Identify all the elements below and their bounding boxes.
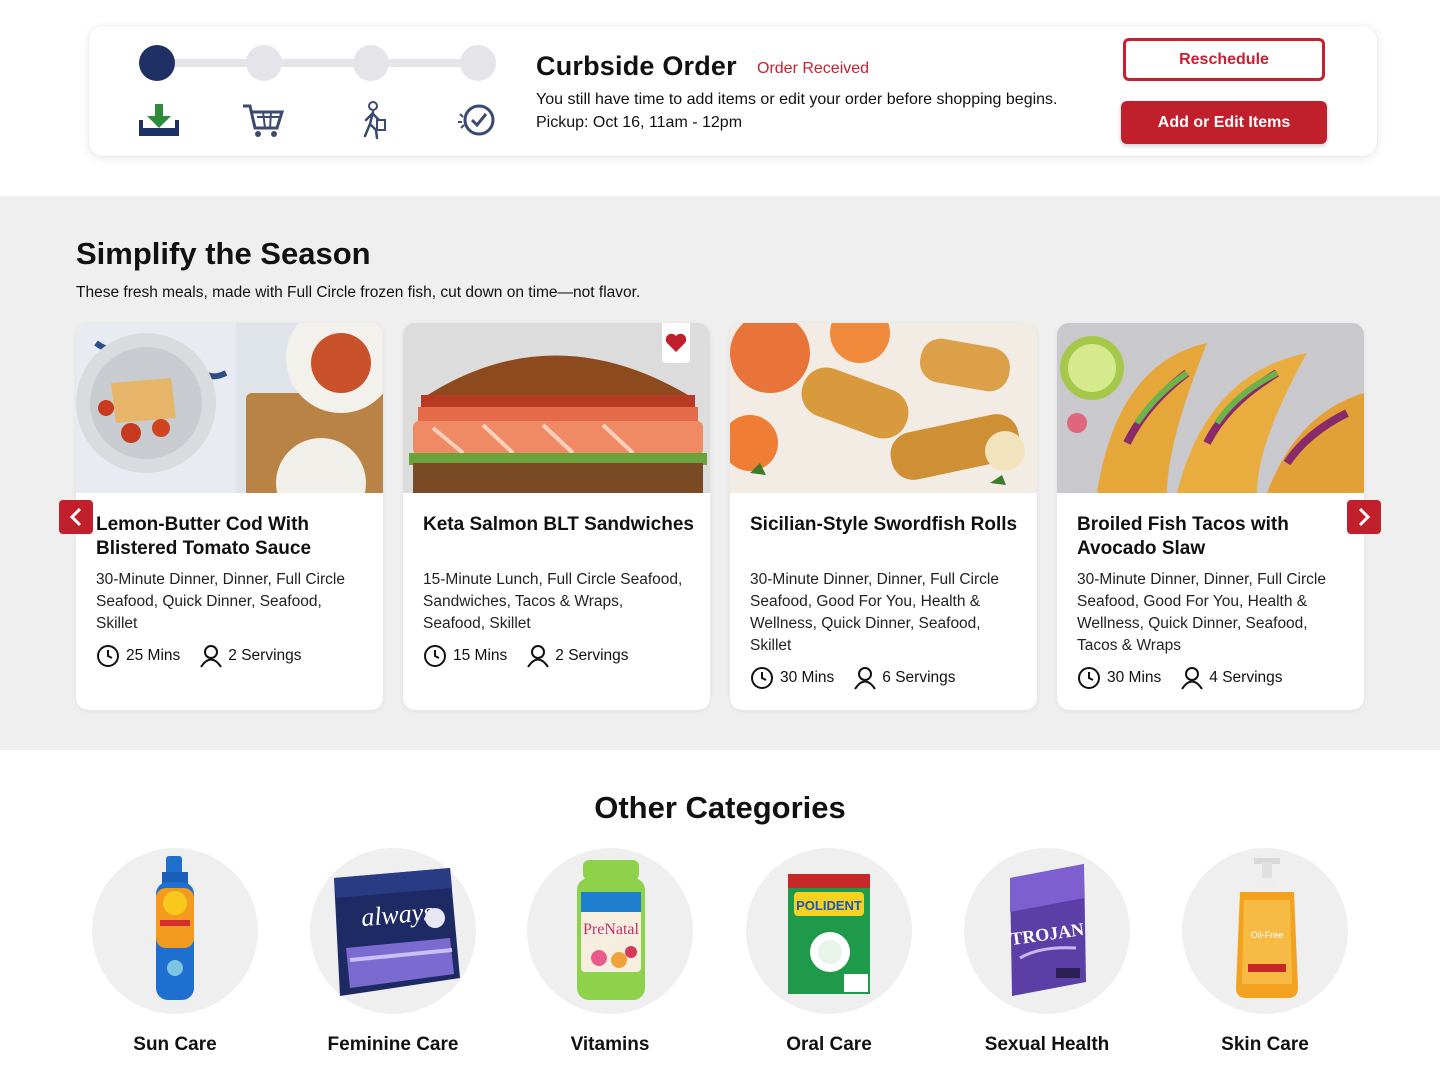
categories-title: Other Categories [594,790,846,825]
cook-time-value: 15 Mins [453,647,508,664]
cook-time: 30 Mins [1077,666,1161,690]
progress-step-3 [353,45,389,81]
category-feminine-care[interactable]: always Feminine Care [283,848,503,1056]
cook-time: 30 Mins [750,666,834,690]
order-progress-track [155,59,479,67]
recipe-title[interactable]: Keta Salmon BLT Sandwiches [423,513,695,537]
clock-icon [751,667,773,689]
cook-time-value: 30 Mins [1107,669,1162,686]
heart-icon[interactable] [665,333,687,353]
servings: 4 Servings [1181,666,1283,690]
person-icon [527,645,550,668]
recipe-tags: 30-Minute Dinner, Dinner, Full Circle Se… [96,571,345,632]
svg-text:PreNatal: PreNatal [583,921,640,938]
chevron-left-icon [69,507,82,527]
cook-time-value: 30 Mins [780,669,835,686]
category-vitamins[interactable]: PreNatal Vitamins [500,848,720,1056]
category-label[interactable]: Sexual Health [937,1034,1157,1056]
progress-step-1 [139,45,175,81]
category-image[interactable]: PreNatal [527,848,693,1014]
cook-time: 25 Mins [96,644,180,668]
cook-time: 15 Mins [423,644,507,668]
order-message: You still have time to add items or edit… [536,91,1058,108]
carousel-next-button[interactable] [1347,500,1381,534]
recipe-title[interactable]: Lemon-Butter Cod With Blistered Tomato S… [96,513,368,561]
category-label[interactable]: Skin Care [1155,1034,1375,1056]
servings-value: 2 Servings [555,647,629,664]
category-label[interactable]: Sun Care [65,1034,285,1056]
category-image[interactable]: always [310,848,476,1014]
check-badge-icon [458,104,495,136]
recipe-meta: 15 Mins 2 Servings [423,643,649,669]
clock-icon [424,645,446,667]
chevron-right-icon [1358,507,1371,527]
clock-icon [97,645,119,667]
carousel-prev-button[interactable] [59,500,93,534]
category-sexual-health[interactable]: TROJAN Sexual Health [937,848,1157,1056]
section-title: Simplify the Season [76,236,371,271]
category-oral-care[interactable]: POLIDENT Oral Care [719,848,939,1056]
recipe-meta: 25 Mins 2 Servings [96,643,322,669]
recipe-tags: 15-Minute Lunch, Full Circle Seafood, Sa… [423,571,683,632]
add-edit-items-button[interactable]: Add or Edit Items [1121,101,1327,144]
recipe-tags: 30-Minute Dinner, Dinner, Full Circle Se… [1077,571,1326,654]
section-subtitle: These fresh meals, made with Full Circle… [76,284,641,301]
person-icon [1181,667,1204,690]
progress-step-2 [246,45,282,81]
category-image[interactable]: POLIDENT [746,848,912,1014]
face-wash-pump-icon: Oil-Free [1236,858,1298,998]
sunscreen-bottle-icon [156,856,194,1000]
servings: 6 Servings [854,666,956,690]
category-image[interactable]: TROJAN [964,848,1130,1014]
servings: 2 Servings [527,644,629,668]
recipe-card[interactable]: Keta Salmon BLT Sandwiches 15-Minute Lun… [403,323,710,710]
recipe-tags: 30-Minute Dinner, Dinner, Full Circle Se… [750,571,999,654]
servings: 2 Servings [200,644,302,668]
servings-value: 4 Servings [1209,669,1283,686]
category-label[interactable]: Feminine Care [283,1034,503,1056]
recipe-title[interactable]: Sicilian-Style Swordfish Rolls [750,513,1022,537]
clock-icon [1078,667,1100,689]
category-skin-care[interactable]: Oil-Free Skin Care [1155,848,1375,1056]
recipe-meta: 30 Mins 4 Servings [1077,665,1303,691]
recipe-image-cod[interactable] [76,323,383,493]
order-details: You still have time to add items or edit… [536,88,1058,134]
category-image[interactable]: Oil-Free [1182,848,1348,1014]
person-icon [200,645,223,668]
category-label[interactable]: Vitamins [500,1034,720,1056]
person-icon [854,667,877,690]
category-label[interactable]: Oral Care [719,1034,939,1056]
polident-box-icon: POLIDENT [788,874,870,994]
recipe-card[interactable]: Broiled Fish Tacos with Avocado Slaw 30-… [1057,323,1364,710]
servings-value: 2 Servings [228,647,302,664]
recipe-section: Simplify the Season These fresh meals, m… [0,196,1440,750]
recipe-image-swordfish-rolls[interactable] [730,323,1037,493]
reschedule-button[interactable]: Reschedule [1123,38,1325,81]
recipe-card[interactable]: Sicilian-Style Swordfish Rolls 30-Minute… [730,323,1037,710]
svg-text:POLIDENT: POLIDENT [796,898,862,913]
order-title: Curbside Order [536,51,737,81]
condom-box-icon: TROJAN [1009,864,1086,996]
svg-text:Oil-Free: Oil-Free [1251,930,1284,940]
category-sun-care[interactable]: Sun Care [65,848,285,1056]
progress-step-4 [460,45,496,81]
pads-package-icon: always [334,868,460,996]
order-status-badge: Order Received [757,60,870,77]
category-image[interactable] [92,848,258,1014]
walking-shopper-icon [363,101,386,140]
recipe-meta: 30 Mins 6 Servings [750,665,976,691]
vitamin-bottle-icon: PreNatal [577,860,645,1000]
download-tray-icon [139,104,179,136]
shopping-cart-icon [243,104,285,137]
curbside-order-card: Curbside Order Order Received You still … [89,26,1377,156]
recipe-title[interactable]: Broiled Fish Tacos with Avocado Slaw [1077,513,1349,561]
servings-value: 6 Servings [882,669,956,686]
pickup-window: Pickup: Oct 16, 11am - 12pm [536,114,743,131]
cook-time-value: 25 Mins [126,647,181,664]
recipe-card[interactable]: Lemon-Butter Cod With Blistered Tomato S… [76,323,383,710]
recipe-image-fish-tacos[interactable] [1057,323,1364,493]
favorite-toggle[interactable] [662,323,690,363]
